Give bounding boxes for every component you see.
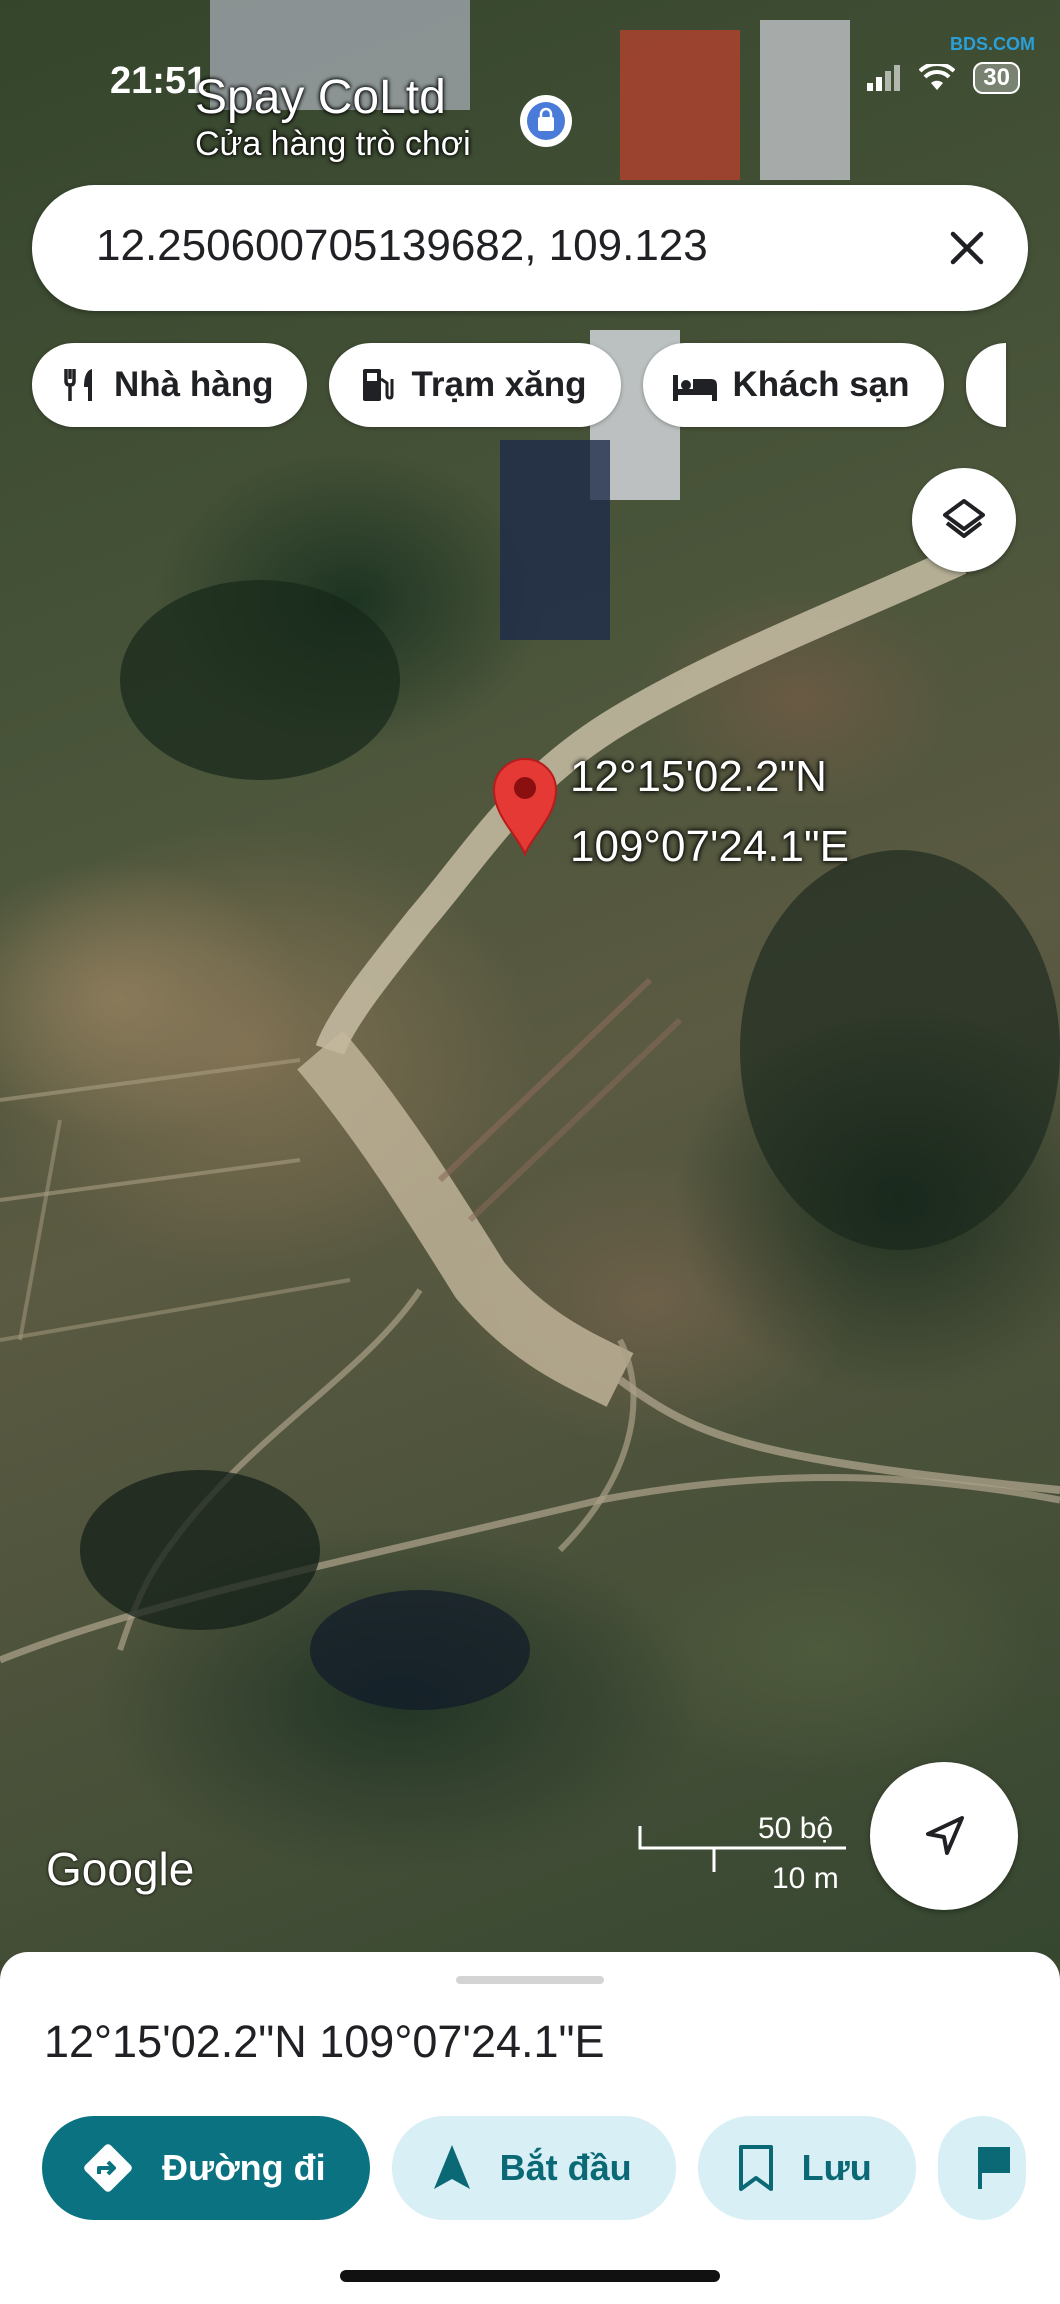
shopping-bag-icon[interactable] — [520, 95, 572, 147]
home-indicator[interactable] — [340, 2270, 720, 2282]
pin-coordinates-label: 12°15'02.2"N 109°07'24.1"E — [570, 742, 849, 882]
bottom-sheet[interactable]: 12°15'02.2"N 109°07'24.1"E Đường đi Bắt … — [0, 1952, 1060, 2304]
pin-longitude: 109°07'24.1"E — [570, 822, 849, 871]
start-label: Bắt đầu — [499, 2147, 632, 2188]
watermark: BDS.COM — [950, 34, 1035, 54]
sheet-drag-handle[interactable] — [456, 1976, 604, 1984]
status-time: 21:51 — [110, 60, 208, 102]
status-icons: 30 — [867, 62, 1020, 94]
save-label: Lưu — [801, 2147, 872, 2188]
layers-icon — [943, 499, 985, 538]
chip-label: Nhà hàng — [114, 365, 274, 404]
save-button[interactable]: Lưu — [697, 2116, 916, 2220]
restaurant-icon — [64, 369, 92, 401]
scale-meters: 10 m — [772, 1862, 839, 1895]
chip-restaurant[interactable]: Nhà hàng — [32, 343, 308, 427]
chip-more[interactable] — [965, 343, 1006, 427]
close-icon[interactable] — [940, 221, 994, 275]
chip-hotel[interactable]: Khách sạn — [642, 343, 944, 427]
flag-icon — [977, 2147, 1010, 2189]
layers-button[interactable] — [912, 468, 1016, 572]
signal-icon — [867, 65, 901, 91]
gas-station-icon — [363, 369, 394, 401]
chip-gas-station[interactable]: Trạm xăng — [329, 343, 621, 427]
map-scale: 50 bộ 10 m — [636, 1812, 856, 1895]
navigation-arrow-icon — [433, 2145, 470, 2189]
location-pin-icon[interactable] — [490, 756, 560, 856]
chip-label: Khách sạn — [732, 365, 910, 404]
search-input[interactable]: 12.250600705139682, 109.123 — [96, 221, 836, 271]
scale-feet: 50 bộ — [758, 1812, 834, 1845]
directions-label: Đường đi — [162, 2147, 326, 2188]
search-bar[interactable]: 12.250600705139682, 109.123 — [32, 185, 1028, 311]
poi-name: Spay CoLtd — [195, 71, 446, 124]
map-poi-label[interactable]: Spay CoLtd Cửa hàng trò chơi — [195, 70, 471, 164]
navigation-arrow-icon — [926, 1816, 964, 1855]
bookmark-icon — [738, 2145, 773, 2191]
directions-button[interactable]: Đường đi — [42, 2116, 370, 2220]
wifi-icon — [919, 64, 956, 90]
start-button[interactable]: Bắt đầu — [391, 2116, 676, 2220]
more-actions-button[interactable] — [937, 2116, 1026, 2220]
my-location-button[interactable] — [870, 1762, 1018, 1910]
directions-icon — [84, 2144, 132, 2192]
pin-latitude: 12°15'02.2"N — [570, 752, 827, 801]
action-buttons: Đường đi Bắt đầu Lưu — [42, 2116, 1026, 2220]
hotel-icon — [672, 375, 717, 401]
poi-subtitle: Cửa hàng trò chơi — [195, 125, 471, 163]
chip-label: Trạm xăng — [411, 365, 587, 404]
category-chips: Nhà hàng Trạm xăng Khách sạn — [32, 343, 1006, 427]
google-logo: Google — [46, 1843, 195, 1895]
battery-indicator: 30 — [973, 62, 1020, 94]
place-title: 12°15'02.2"N 109°07'24.1"E — [44, 2016, 605, 2067]
